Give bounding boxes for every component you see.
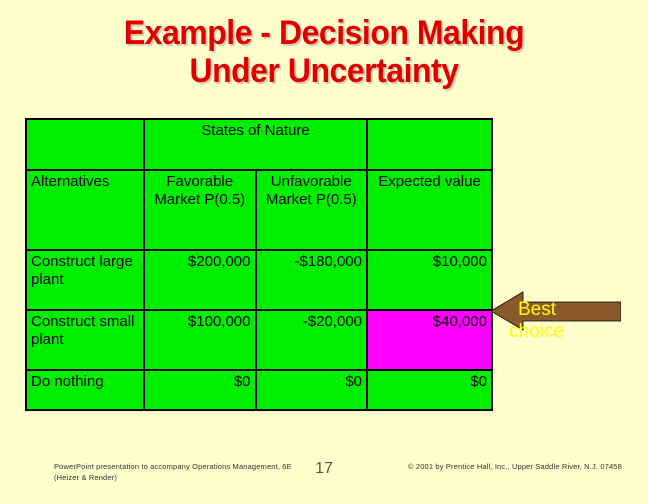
cell-expected-value: $10,000 [366,249,493,311]
header-states-of-nature: States of Nature [143,118,368,171]
payoff-table-container: States of Nature Alternatives Favorable … [25,118,493,411]
callout-label-line1: Best [518,299,557,320]
cell-empty-top-right [366,118,493,171]
best-choice-callout: Best choice [491,291,621,342]
header-favorable-market: Favorable Market P(0.5) [143,169,257,251]
cell-alternative: Do nothing [25,369,145,411]
cell-unfavorable-value: -$20,000 [254,309,368,371]
header-unfavorable-market: Unfavorable Market P(0.5) [254,169,368,251]
table-row: Construct large plant $200,000 -$180,000… [25,249,493,311]
cell-unfavorable-value: $0 [254,369,368,411]
header-expected-value: Expected value [366,169,493,251]
cell-favorable-value: $200,000 [143,249,257,311]
cell-favorable-value: $100,000 [143,309,257,371]
slide-canvas: { "slide": { "title": "Example - Decisio… [0,0,648,504]
table-row-column-headers: Alternatives Favorable Market P(0.5) Unf… [25,169,493,251]
table-row: Construct small plant $100,000 -$20,000 … [25,309,493,371]
cell-expected-value-highlighted: $40,000 [366,309,493,371]
cell-unfavorable-value: -$180,000 [254,249,368,311]
cell-favorable-value: $0 [143,369,257,411]
table-row-group-header: States of Nature [25,118,493,171]
cell-alternative: Construct small plant [25,309,145,371]
cell-expected-value: $0 [366,369,493,411]
cell-empty-top-left [25,118,145,171]
page-title: Example - Decision Making Under Uncertai… [123,14,525,90]
payoff-table: States of Nature Alternatives Favorable … [25,118,493,411]
table-row: Do nothing $0 $0 $0 [25,369,493,411]
header-alternatives: Alternatives [25,169,145,251]
callout-label-line2: choice [509,321,564,342]
cell-alternative: Construct large plant [25,249,145,311]
footer-copyright: © 2001 by Prentice Hall, Inc., Upper Sad… [408,462,622,471]
footer-attribution: PowerPoint presentation to accompany Ope… [54,462,292,482]
footer-page-number: 17 [315,460,333,477]
